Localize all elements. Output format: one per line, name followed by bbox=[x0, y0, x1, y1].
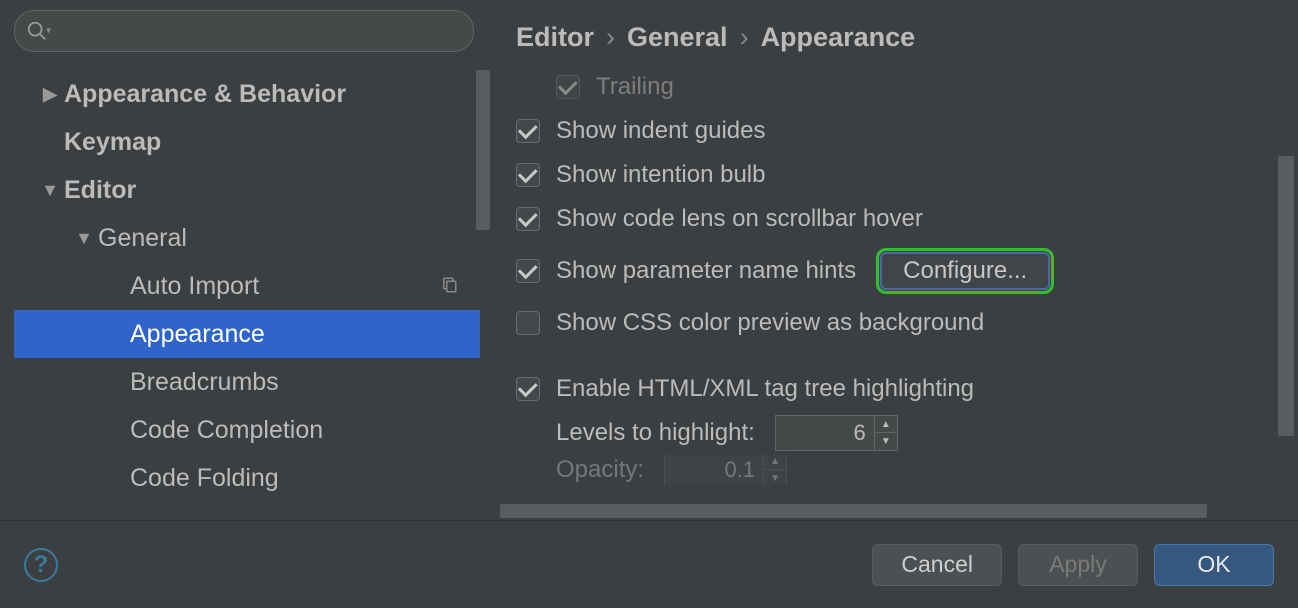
copy-settings-icon[interactable] bbox=[440, 272, 458, 301]
sidebar-item-code-completion[interactable]: Code Completion bbox=[14, 406, 480, 454]
sidebar-item-breadcrumbs[interactable]: Breadcrumbs bbox=[14, 358, 480, 406]
sidebar-item-label: Appearance & Behavior bbox=[64, 80, 346, 109]
breadcrumb-general[interactable]: General bbox=[627, 22, 728, 53]
checkbox-icon[interactable] bbox=[516, 377, 540, 401]
option-levels-to-highlight: Levels to highlight: ▲ ▼ bbox=[516, 411, 1298, 455]
vertical-scrollbar[interactable] bbox=[1278, 6, 1294, 504]
sidebar-item-appearance[interactable]: Appearance bbox=[14, 310, 480, 358]
sidebar-scrollbar[interactable] bbox=[476, 70, 490, 510]
expand-icon: ▶ bbox=[36, 84, 64, 105]
option-label: Show parameter name hints bbox=[556, 257, 856, 285]
sidebar-item-label: Code Folding bbox=[130, 464, 279, 493]
option-tag-tree-highlighting[interactable]: Enable HTML/XML tag tree highlighting bbox=[516, 367, 1298, 411]
checkbox-icon[interactable] bbox=[516, 259, 540, 283]
breadcrumb-appearance[interactable]: Appearance bbox=[761, 22, 916, 53]
sidebar-item-label: Breadcrumbs bbox=[130, 368, 279, 397]
checkbox-icon[interactable] bbox=[516, 163, 540, 187]
search-dropdown-icon[interactable]: ▾ bbox=[46, 26, 51, 37]
search-icon bbox=[26, 20, 48, 42]
option-label: Levels to highlight: bbox=[556, 419, 755, 447]
option-label: Show code lens on scrollbar hover bbox=[556, 205, 923, 233]
option-css-color-preview[interactable]: Show CSS color preview as background bbox=[516, 301, 1298, 345]
spinner-down-icon[interactable]: ▼ bbox=[875, 433, 897, 450]
vertical-scrollbar-thumb[interactable] bbox=[1278, 156, 1294, 436]
search-wrap: ▾ bbox=[14, 10, 480, 52]
settings-sidebar: ▾ ▶ Appearance & Behavior Keymap ▼ Edito… bbox=[0, 0, 490, 520]
option-indent-guides[interactable]: Show indent guides bbox=[516, 109, 1298, 153]
collapse-icon: ▼ bbox=[36, 180, 64, 201]
chevron-right-icon: › bbox=[606, 22, 615, 53]
levels-spinner: ▲ ▼ bbox=[775, 415, 898, 451]
spinner-up-icon[interactable]: ▲ bbox=[875, 416, 897, 433]
dialog-footer: ? Cancel Apply OK bbox=[0, 520, 1298, 608]
sidebar-item-appearance-behavior[interactable]: ▶ Appearance & Behavior bbox=[14, 70, 480, 118]
option-code-lens[interactable]: Show code lens on scrollbar hover bbox=[516, 197, 1298, 241]
option-label: Show CSS color preview as background bbox=[556, 309, 984, 337]
option-opacity: Opacity: ▲ ▼ bbox=[516, 455, 1298, 485]
levels-input[interactable] bbox=[775, 415, 875, 451]
sidebar-scrollbar-thumb[interactable] bbox=[476, 70, 490, 230]
sidebar-item-keymap[interactable]: Keymap bbox=[14, 118, 480, 166]
option-label: Show indent guides bbox=[556, 117, 765, 145]
sidebar-item-label: General bbox=[98, 224, 187, 253]
sidebar-item-label: Auto Import bbox=[130, 272, 259, 301]
spinner-up-icon[interactable]: ▲ bbox=[764, 455, 786, 470]
sidebar-item-label: Keymap bbox=[64, 128, 161, 157]
sidebar-item-code-folding[interactable]: Code Folding bbox=[14, 454, 480, 502]
breadcrumb: Editor › General › Appearance bbox=[490, 0, 1298, 65]
ok-button[interactable]: OK bbox=[1154, 544, 1274, 586]
option-label: Trailing bbox=[596, 73, 674, 101]
horizontal-scrollbar-thumb[interactable] bbox=[500, 504, 1207, 518]
settings-body: Trailing Show indent guides Show intenti… bbox=[490, 65, 1298, 520]
option-label: Show intention bulb bbox=[556, 161, 765, 189]
option-trailing[interactable]: Trailing bbox=[516, 65, 1298, 109]
checkbox-icon[interactable] bbox=[516, 311, 540, 335]
option-label: Enable HTML/XML tag tree highlighting bbox=[556, 375, 974, 403]
settings-tree: ▶ Appearance & Behavior Keymap ▼ Editor … bbox=[14, 70, 480, 502]
help-button[interactable]: ? bbox=[24, 548, 58, 582]
search-input[interactable] bbox=[14, 10, 474, 52]
option-label: Opacity: bbox=[556, 456, 644, 484]
apply-button[interactable]: Apply bbox=[1018, 544, 1138, 586]
checkbox-icon[interactable] bbox=[556, 75, 580, 99]
opacity-spinner: ▲ ▼ bbox=[664, 455, 787, 485]
breadcrumb-editor[interactable]: Editor bbox=[516, 22, 594, 53]
sidebar-item-auto-import[interactable]: Auto Import bbox=[14, 262, 480, 310]
settings-main: Editor › General › Appearance Trailing S… bbox=[490, 0, 1298, 520]
sidebar-item-general[interactable]: ▼ General bbox=[14, 214, 480, 262]
option-intention-bulb[interactable]: Show intention bulb bbox=[516, 153, 1298, 197]
sidebar-item-label: Editor bbox=[64, 176, 136, 205]
option-parameter-hints[interactable]: Show parameter name hints Configure... bbox=[516, 241, 1298, 301]
spinner-down-icon[interactable]: ▼ bbox=[764, 470, 786, 485]
cancel-button[interactable]: Cancel bbox=[872, 544, 1002, 586]
opacity-input[interactable] bbox=[664, 455, 764, 485]
sidebar-item-editor[interactable]: ▼ Editor bbox=[14, 166, 480, 214]
sidebar-item-label: Appearance bbox=[130, 320, 265, 349]
checkbox-icon[interactable] bbox=[516, 207, 540, 231]
chevron-right-icon: › bbox=[740, 22, 749, 53]
checkbox-icon[interactable] bbox=[516, 119, 540, 143]
sidebar-item-label: Code Completion bbox=[130, 416, 323, 445]
collapse-icon: ▼ bbox=[70, 228, 98, 249]
horizontal-scrollbar[interactable] bbox=[500, 502, 1268, 520]
configure-button[interactable]: Configure... bbox=[876, 248, 1054, 294]
